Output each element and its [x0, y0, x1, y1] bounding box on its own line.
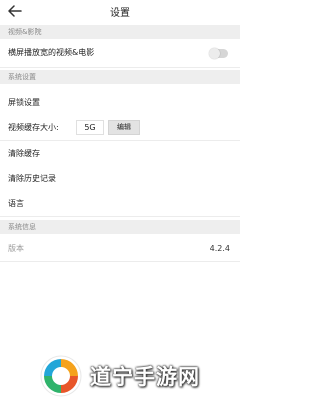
cache-size-input[interactable] [76, 120, 104, 135]
clear-history-row[interactable]: 清除历史记录 [0, 166, 240, 192]
watermark: 道宁手游网 [40, 355, 236, 397]
clear-cache-label: 清除缓存 [8, 149, 40, 158]
toggle-knob [209, 48, 220, 59]
page-title: 设置 [110, 8, 130, 19]
top-bar: 设置 [0, 0, 240, 22]
language-label: 语言 [8, 199, 24, 208]
watermark-logo-icon [40, 355, 82, 397]
landscape-playback-label: 横屏播放宽的视频&电影 [8, 48, 95, 57]
lock-screen-label: 屏锁设置 [8, 98, 40, 107]
version-value: 4.2.4 [209, 244, 230, 253]
cache-size-row: 视频缓存大小: 编辑 [0, 115, 240, 141]
section-header-system-info: 系统信息 [0, 220, 240, 234]
edit-button[interactable]: 编辑 [108, 120, 140, 135]
cache-size-label: 视频缓存大小: [8, 123, 59, 132]
section-header-system-settings: 系统设置 [0, 70, 240, 84]
clear-cache-row[interactable]: 清除缓存 [0, 141, 240, 167]
version-row: 版本 4.2.4 [0, 236, 240, 262]
lock-screen-row[interactable]: 屏锁设置 [0, 90, 240, 116]
landscape-playback-toggle[interactable] [209, 48, 228, 59]
landscape-playback-row[interactable]: 横屏播放宽的视频&电影 [0, 39, 240, 68]
version-label: 版本 [8, 244, 24, 253]
section-header-video: 视频&影院 [0, 25, 240, 39]
language-row[interactable]: 语言 [0, 191, 240, 217]
watermark-text: 道宁手游网 [90, 365, 200, 389]
clear-history-label: 清除历史记录 [8, 174, 56, 183]
